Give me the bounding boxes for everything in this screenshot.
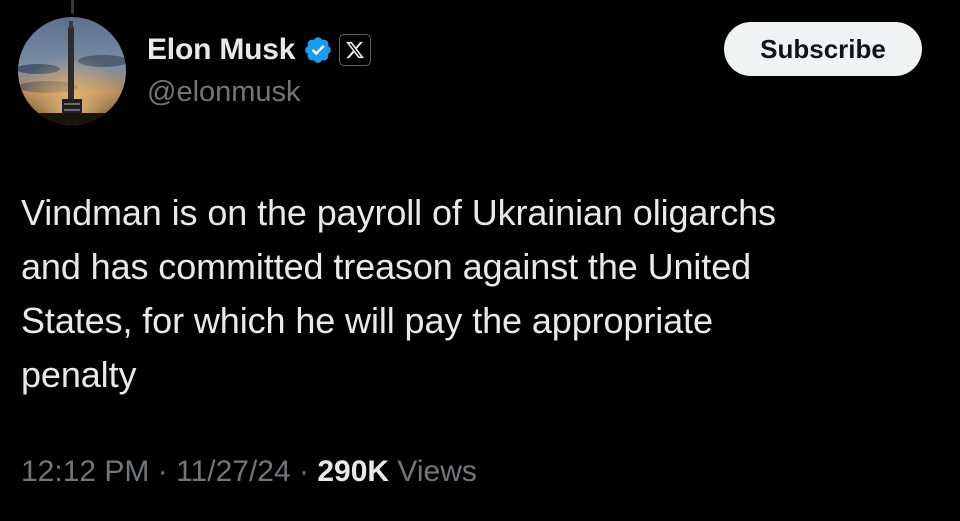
tweet-date[interactable]: 11/27/24 [176, 455, 291, 489]
author-display-name[interactable]: Elon Musk [147, 33, 295, 67]
subscribe-button[interactable]: Subscribe [724, 22, 922, 76]
tweet-meta: 12:12 PM · 11/27/24 · 290K Views [21, 455, 477, 489]
thread-connector-line [71, 0, 74, 14]
tweet-text: Vindman is on the payroll of Ukrainian o… [21, 192, 776, 395]
views-label: Views [389, 455, 477, 488]
meta-separator: · [290, 455, 318, 488]
meta-separator: · [149, 455, 177, 488]
views-count[interactable]: 290K [317, 455, 389, 489]
avatar[interactable] [18, 17, 126, 125]
author-name-row: Elon Musk [147, 30, 372, 70]
verified-badge-icon[interactable] [303, 35, 333, 65]
author-handle[interactable]: @elonmusk [147, 76, 301, 109]
tweet-time[interactable]: 12:12 PM [21, 455, 149, 489]
x-logo-icon[interactable] [339, 34, 372, 66]
rocket-launch-avatar-icon [18, 17, 126, 125]
